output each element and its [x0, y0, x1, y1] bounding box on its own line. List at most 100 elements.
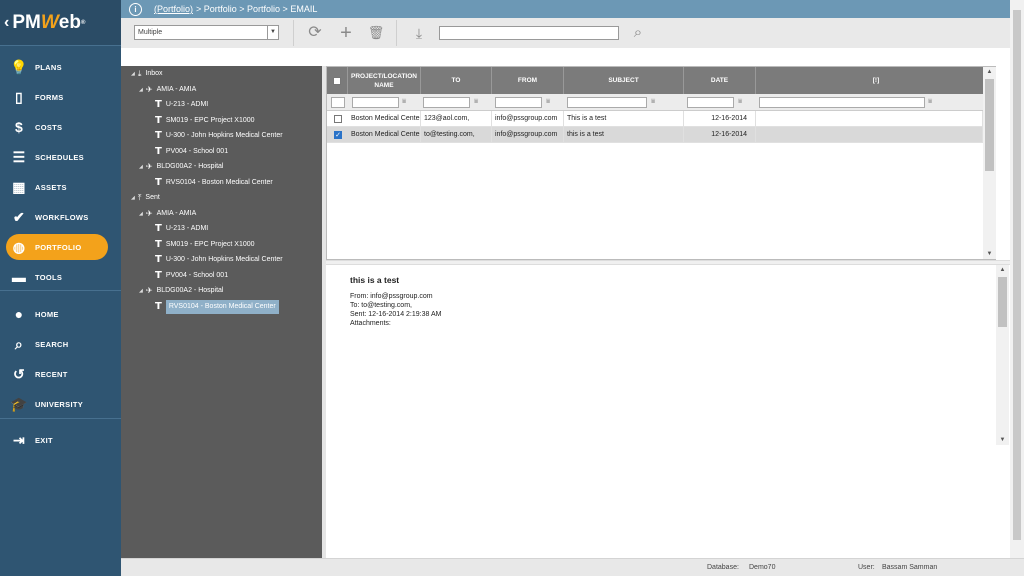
sidebar-item-schedules[interactable]: ☰ SCHEDULES	[0, 144, 121, 170]
sidebar-item-assets[interactable]: ▦ ASSETS	[0, 174, 121, 200]
cell-date: 12-16-2014	[684, 111, 756, 127]
sent-icon: ⤒	[137, 193, 142, 202]
filter-icon[interactable]: ⩸	[474, 98, 478, 106]
tree-node[interactable]: T U-300 - John Hopkins Medical Center	[155, 253, 283, 267]
column-header-from[interactable]: FROM	[492, 67, 564, 94]
tree-node[interactable]: T PV004 - School 001	[155, 269, 228, 283]
sidebar-item-costs[interactable]: $ COSTS	[0, 114, 121, 140]
sidebar-item-exit[interactable]: ⇥ EXIT	[0, 427, 121, 453]
scrollbar-thumb[interactable]	[985, 79, 994, 171]
tree-node[interactable]: T U-300 - John Hopkins Medical Center	[155, 129, 283, 143]
sidebar-item-label: UNIVERSITY	[35, 399, 84, 409]
filter-icon[interactable]: ⩸	[928, 98, 932, 106]
expand-toggle-icon[interactable]: ◢	[131, 67, 135, 81]
project-icon: T	[155, 145, 162, 157]
tree-node[interactable]: ◢ ✈ BLDG00A2 - Hospital	[139, 160, 223, 174]
tree-node[interactable]: ◢ ✈ AMIA - AMIA	[139, 83, 196, 97]
preview-from: From: info@pssgroup.com	[350, 293, 433, 300]
scroll-up-icon[interactable]: ▲	[996, 265, 1009, 275]
grid-filter-row: ⩸ ⩸ ⩸ ⩸ ⩸ ⩸	[327, 94, 995, 111]
delete-icon[interactable]: 🗑	[367, 24, 385, 42]
tree-node[interactable]: T RVS0104 - Boston Medical Center	[155, 176, 273, 190]
expand-toggle-icon[interactable]: ◢	[139, 83, 143, 97]
select-all-checkbox[interactable]	[333, 76, 341, 85]
breadcrumb-path: > Portfolio > Portfolio > EMAIL	[196, 4, 318, 14]
inbox-icon: ⤓	[137, 69, 142, 78]
info-icon[interactable]: i	[129, 2, 142, 16]
filter-icon[interactable]: ⩸	[546, 98, 550, 106]
sidebar-item-plans[interactable]: 💡 PLANS	[0, 54, 121, 80]
portfolio-selector-dropdown[interactable]: Multiple ▼	[134, 25, 279, 40]
grid-scrollbar[interactable]: ▲ ▼	[983, 67, 996, 259]
refresh-icon[interactable]: ⟳	[306, 24, 324, 42]
sidebar-item-label: SEARCH	[35, 339, 69, 349]
filter-input-subject[interactable]	[567, 97, 647, 108]
column-header-date[interactable]: DATE	[684, 67, 756, 94]
expand-toggle-icon[interactable]: ◢	[139, 207, 143, 221]
tree-node[interactable]: ◢ ⤓ Inbox	[131, 67, 163, 81]
sidebar-item-search[interactable]: ⌕ SEARCH	[0, 331, 121, 357]
filter-checkbox[interactable]	[331, 97, 345, 108]
scroll-up-icon[interactable]: ▲	[983, 67, 996, 77]
sidebar-item-workflows[interactable]: ✔ WORKFLOWS	[0, 204, 121, 230]
column-header-project[interactable]: PROJECT/LOCATION NAME	[348, 67, 421, 94]
tree-node[interactable]: ◢ ⤒ Sent	[131, 191, 160, 205]
sidebar-item-home[interactable]: ● HOME	[0, 301, 121, 327]
history-icon: ↺	[12, 366, 26, 382]
scrollbar-thumb[interactable]	[1013, 10, 1021, 540]
tree-node[interactable]: ◢ ✈ BLDG00A2 - Hospital	[139, 284, 223, 298]
tree-node[interactable]: T PV004 - School 001	[155, 145, 228, 159]
add-icon[interactable]: +	[337, 23, 355, 43]
tree-node[interactable]: ◢ ✈ AMIA - AMIA	[139, 207, 196, 221]
tree-node[interactable]: T U-213 - ADMI	[155, 222, 208, 236]
filter-input-from[interactable]	[495, 97, 542, 108]
expand-toggle-icon[interactable]: ◢	[131, 191, 135, 205]
selector-value: Multiple	[138, 29, 163, 36]
table-row[interactable]: ✓ Boston Medical Center to@testing.com, inf…	[327, 127, 995, 143]
table-row[interactable]: Boston Medical Center 123@aol.com, info@ps…	[327, 111, 995, 127]
filter-icon[interactable]: ⩸	[402, 98, 406, 106]
filter-input-date[interactable]	[687, 97, 734, 108]
expand-toggle-icon[interactable]: ◢	[139, 160, 143, 174]
filter-icon[interactable]: ⩸	[651, 98, 655, 106]
row-checkbox[interactable]: ✓	[334, 131, 342, 139]
back-chevron-icon[interactable]: ‹	[4, 14, 9, 32]
expand-toggle-icon[interactable]: ◢	[139, 284, 143, 298]
breadcrumb-portfolio-link[interactable]: (Portfolio)	[154, 4, 193, 14]
project-icon: T	[155, 130, 162, 141]
row-checkbox[interactable]	[334, 115, 342, 123]
tree-node[interactable]: T RVS0104 - Boston Medical Center	[155, 299, 279, 314]
sidebar-item-portfolio[interactable]: ◍ PORTFOLIO	[6, 234, 108, 260]
tree-node[interactable]: T SM019 - EPC Project X1000	[155, 114, 255, 128]
filter-icon[interactable]: ⩸	[738, 98, 742, 106]
pmweb-logo[interactable]: ‹ PM Web ®	[0, 0, 121, 45]
search-input[interactable]	[439, 26, 619, 40]
sidebar-item-tools[interactable]: ▬ TOOLS	[0, 264, 121, 290]
tree-node-label: Inbox	[145, 70, 163, 77]
sidebar-item-recent[interactable]: ↺ RECENT	[0, 361, 121, 387]
tree-node-label: U-213 - ADMI	[165, 101, 209, 108]
chevron-down-icon[interactable]: ▼	[267, 26, 278, 39]
sidebar-item-label: PLANS	[35, 62, 62, 72]
tree-node-label: RVS0104 - Boston Medical Center	[165, 178, 273, 186]
tree-node[interactable]: T U-213 - ADMI	[155, 98, 208, 112]
search-icon[interactable]: ⌕	[629, 24, 647, 42]
column-header-attachment[interactable]: [!]	[756, 67, 996, 94]
tree-node[interactable]: T SM019 - EPC Project X1000	[155, 238, 255, 252]
scroll-down-icon[interactable]: ▼	[983, 249, 996, 259]
page-scrollbar[interactable]	[1010, 0, 1024, 558]
scroll-down-icon[interactable]: ▼	[996, 435, 1009, 445]
filter-input-to[interactable]	[423, 97, 470, 108]
scrollbar-thumb[interactable]	[998, 277, 1007, 327]
column-header-to[interactable]: TO	[421, 67, 492, 94]
sidebar-item-label: EXIT	[35, 435, 53, 445]
filter-input-project[interactable]	[352, 97, 399, 108]
column-header-subject[interactable]: SUBJECT	[564, 67, 684, 94]
filter-input-attachment[interactable]	[759, 97, 925, 108]
download-icon[interactable]: ⤓	[410, 24, 428, 42]
schedule-icon: ☰	[12, 149, 26, 165]
check-icon: ✔	[12, 209, 26, 225]
sidebar-item-university[interactable]: 🎓 UNIVERSITY	[0, 391, 121, 417]
sidebar-item-forms[interactable]: ▯ FORMS	[0, 84, 121, 110]
preview-scrollbar[interactable]: ▲ ▼	[996, 265, 1009, 445]
